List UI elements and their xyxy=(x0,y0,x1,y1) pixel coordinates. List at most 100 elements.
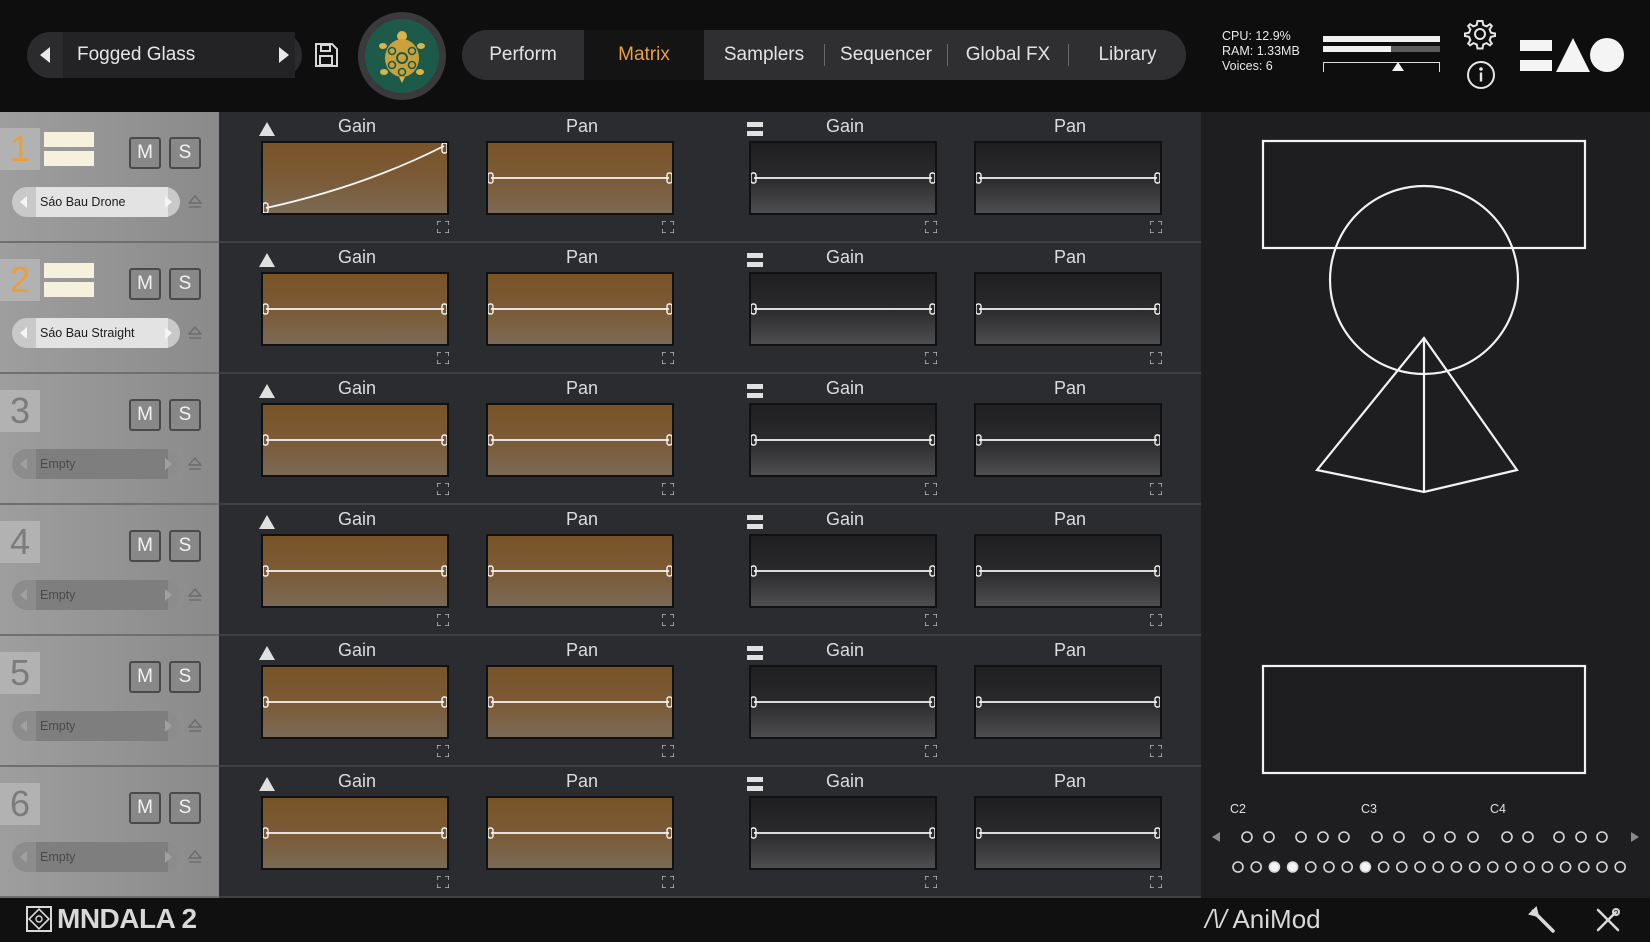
white-key[interactable] xyxy=(1396,861,1408,873)
sampler-name[interactable]: Sáo Bau Drone xyxy=(36,187,168,217)
envelope-gain-cool[interactable] xyxy=(749,403,937,477)
white-key[interactable] xyxy=(1614,861,1627,873)
tab-global-fx[interactable]: Global FX xyxy=(948,30,1068,80)
expand-icon[interactable] xyxy=(924,482,938,496)
expand-icon[interactable] xyxy=(924,613,938,627)
sampler-next-button[interactable] xyxy=(156,187,180,217)
envelope-gain-cool[interactable] xyxy=(749,665,937,739)
sampler-name[interactable]: Empty xyxy=(36,842,168,872)
white-key[interactable] xyxy=(1486,861,1499,873)
sampler-prev-button[interactable] xyxy=(12,711,36,741)
envelope-pan-cool[interactable] xyxy=(974,403,1162,477)
solo-button[interactable]: S xyxy=(169,792,201,824)
expand-icon[interactable] xyxy=(924,875,938,889)
white-key-active[interactable] xyxy=(1359,861,1372,873)
expand-icon[interactable] xyxy=(1149,875,1163,889)
turtle-logo[interactable] xyxy=(358,12,446,100)
sampler-name[interactable]: Empty xyxy=(36,711,168,741)
eject-button[interactable] xyxy=(187,325,203,341)
envelope-gain-warm[interactable] xyxy=(261,272,449,346)
black-key[interactable] xyxy=(1241,831,1253,843)
tab-matrix[interactable]: Matrix xyxy=(584,30,704,80)
white-key-active[interactable] xyxy=(1286,861,1299,873)
expand-icon[interactable] xyxy=(1149,220,1163,234)
tab-perform[interactable]: Perform xyxy=(462,30,584,80)
white-key[interactable] xyxy=(1341,861,1353,873)
eject-button[interactable] xyxy=(187,849,203,865)
expand-icon[interactable] xyxy=(1149,482,1163,496)
white-key[interactable] xyxy=(1305,861,1317,873)
expand-icon[interactable] xyxy=(1149,351,1163,365)
sampler-next-button[interactable] xyxy=(156,318,180,348)
envelope-gain-warm[interactable] xyxy=(261,403,449,477)
expand-icon[interactable] xyxy=(436,482,450,496)
sampler-next-button[interactable] xyxy=(156,580,180,610)
envelope-handle-end[interactable] xyxy=(441,143,447,154)
sampler-prev-button[interactable] xyxy=(12,318,36,348)
sampler-prev-button[interactable] xyxy=(12,580,36,610)
eject-button[interactable] xyxy=(187,194,203,210)
tools-button[interactable] xyxy=(1528,906,1556,934)
disconnect-button[interactable] xyxy=(1594,906,1622,934)
settings-button[interactable] xyxy=(1464,18,1496,50)
eject-button[interactable] xyxy=(187,718,203,734)
preset-next-button[interactable] xyxy=(266,32,302,78)
envelope-pan-cool[interactable] xyxy=(974,665,1162,739)
black-key[interactable] xyxy=(1295,831,1307,843)
envelope-pan-cool[interactable] xyxy=(974,534,1162,608)
black-key[interactable] xyxy=(1317,831,1329,843)
expand-icon[interactable] xyxy=(661,744,675,758)
black-key[interactable] xyxy=(1596,831,1608,843)
envelope-pan-warm[interactable] xyxy=(486,534,674,608)
black-key[interactable] xyxy=(1338,831,1350,843)
expand-icon[interactable] xyxy=(1149,613,1163,627)
expand-icon[interactable] xyxy=(436,875,450,889)
envelope-gain-warm[interactable] xyxy=(261,665,449,739)
envelope-gain-warm[interactable] xyxy=(261,534,449,608)
preset-name[interactable]: Fogged Glass xyxy=(63,32,295,78)
white-key[interactable] xyxy=(1414,861,1426,873)
sampler-name[interactable]: Empty xyxy=(36,580,168,610)
save-button[interactable] xyxy=(312,41,340,69)
expand-icon[interactable] xyxy=(661,351,675,365)
expand-icon[interactable] xyxy=(1149,744,1163,758)
envelope-pan-warm[interactable] xyxy=(486,272,674,346)
mute-button[interactable]: M xyxy=(129,268,161,300)
envelope-pan-cool[interactable] xyxy=(974,141,1162,215)
envelope-pan-warm[interactable] xyxy=(486,141,674,215)
white-key[interactable] xyxy=(1323,861,1335,873)
tab-sequencer[interactable]: Sequencer xyxy=(825,30,947,80)
eject-button[interactable] xyxy=(187,456,203,472)
envelope-pan-warm[interactable] xyxy=(486,665,674,739)
mute-button[interactable]: M xyxy=(129,661,161,693)
envelope-gain-warm[interactable] xyxy=(261,796,449,870)
expand-icon[interactable] xyxy=(661,482,675,496)
white-key[interactable] xyxy=(1523,861,1536,873)
mute-button[interactable]: M xyxy=(129,792,161,824)
envelope-pan-cool[interactable] xyxy=(974,796,1162,870)
animod-label[interactable]: /\/ AniMod xyxy=(1205,904,1321,935)
expand-icon[interactable] xyxy=(661,613,675,627)
expand-icon[interactable] xyxy=(661,220,675,234)
expand-icon[interactable] xyxy=(436,744,450,758)
expand-icon[interactable] xyxy=(436,220,450,234)
envelope-pan-warm[interactable] xyxy=(486,796,674,870)
volume-slider-track[interactable] xyxy=(1323,62,1440,72)
black-key[interactable] xyxy=(1263,831,1275,843)
envelope-pan-warm[interactable] xyxy=(486,403,674,477)
mute-button[interactable]: M xyxy=(129,530,161,562)
envelope-gain-cool[interactable] xyxy=(749,272,937,346)
tab-library[interactable]: Library xyxy=(1069,30,1186,80)
expand-icon[interactable] xyxy=(661,875,675,889)
sampler-next-button[interactable] xyxy=(156,449,180,479)
sampler-next-button[interactable] xyxy=(156,842,180,872)
sampler-next-button[interactable] xyxy=(156,711,180,741)
expand-icon[interactable] xyxy=(924,220,938,234)
black-key[interactable] xyxy=(1393,831,1405,843)
white-key[interactable] xyxy=(1232,861,1244,873)
sampler-prev-button[interactable] xyxy=(12,842,36,872)
black-key[interactable] xyxy=(1444,831,1456,843)
mute-button[interactable]: M xyxy=(129,399,161,431)
envelope-gain-warm[interactable] xyxy=(261,141,449,215)
expand-icon[interactable] xyxy=(436,613,450,627)
